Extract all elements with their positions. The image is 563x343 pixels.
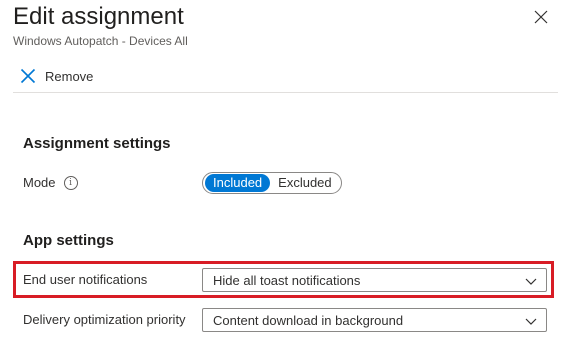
panel-title: Edit assignment: [13, 3, 184, 30]
delivery-optimization-label: Delivery optimization priority: [23, 312, 186, 327]
panel-subtitle: Windows Autopatch - Devices All: [13, 34, 188, 48]
chevron-down-icon: [525, 278, 537, 285]
delivery-optimization-value: Content download in background: [213, 312, 404, 328]
close-icon: [534, 10, 548, 24]
end-user-notifications-label: End user notifications: [23, 272, 148, 287]
mode-label: Mode: [23, 175, 56, 190]
assignment-settings-heading: Assignment settings: [23, 135, 171, 152]
app-settings-heading: App settings: [23, 232, 114, 249]
mode-option-included[interactable]: Included: [205, 174, 271, 192]
delivery-optimization-dropdown[interactable]: Content download in background: [202, 308, 547, 332]
end-user-notifications-value: Hide all toast notifications: [213, 272, 361, 288]
mode-toggle: Included Excluded: [202, 172, 342, 194]
info-icon[interactable]: i: [63, 175, 78, 190]
chevron-down-icon: [525, 318, 537, 325]
close-button[interactable]: [530, 6, 552, 28]
remove-button-label: Remove: [45, 68, 94, 84]
mode-field-label: Mode i: [23, 175, 78, 190]
command-bar: Remove: [13, 60, 558, 93]
mode-option-excluded[interactable]: Excluded: [270, 174, 339, 192]
end-user-notifications-dropdown[interactable]: Hide all toast notifications: [202, 268, 547, 292]
x-icon: [19, 67, 37, 85]
remove-button[interactable]: Remove: [19, 66, 93, 86]
